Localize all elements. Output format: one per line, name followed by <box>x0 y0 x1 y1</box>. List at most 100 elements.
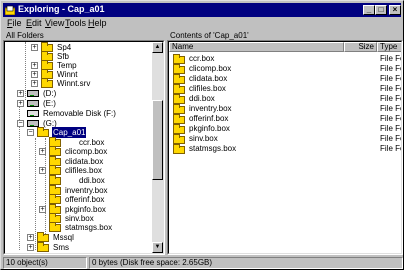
folder-icon <box>49 146 61 156</box>
explorer-window: Exploring - Cap_a01 _ □ × File Edit View… <box>0 0 404 270</box>
menu-view[interactable]: View <box>45 18 64 28</box>
file-name: statmsgs.box <box>189 144 237 153</box>
file-type: File Folder <box>380 124 401 133</box>
folder-icon <box>173 84 185 94</box>
file-row[interactable]: clifiles.box File Folder <box>171 84 401 94</box>
minimize-button[interactable]: _ <box>363 5 375 15</box>
maximize-button[interactable]: □ <box>375 5 387 15</box>
folder-icon <box>49 165 61 175</box>
folder-icon <box>173 104 185 114</box>
collapse-icon[interactable]: − <box>17 120 24 127</box>
drive-icon <box>27 120 39 127</box>
minimize-icon: _ <box>366 5 372 14</box>
window-title: Exploring - Cap_a01 <box>18 4 105 14</box>
file-name: clicomp.box <box>189 64 232 73</box>
folder-icon <box>49 194 61 204</box>
file-row[interactable]: clidata.box File Folder <box>171 74 401 84</box>
file-type: File Folder <box>380 94 401 103</box>
expand-icon[interactable]: + <box>39 206 46 213</box>
menu-edit[interactable]: Edit <box>26 18 42 28</box>
file-name: sinv.box <box>189 134 218 143</box>
close-button[interactable]: × <box>389 5 401 15</box>
folder-tree-pane[interactable]: + Sp4 Sfb + Temp + Winnt + Winnt.srv + (… <box>3 40 165 255</box>
file-row[interactable]: pkginfo.box File Folder <box>171 124 401 134</box>
title-bar[interactable]: Exploring - Cap_a01 _ □ × <box>3 3 401 17</box>
scroll-thumb[interactable] <box>152 100 163 180</box>
folder-icon <box>49 175 61 185</box>
file-row[interactable]: statmsgs.box File Folder <box>171 144 401 154</box>
folder-icon <box>173 64 185 74</box>
file-name: clifiles.box <box>189 84 226 93</box>
expand-icon[interactable]: + <box>27 244 34 251</box>
drive-icon <box>27 100 39 107</box>
file-type: File Folder <box>380 134 401 143</box>
file-name: inventry.box <box>189 104 232 113</box>
tree-line <box>35 138 36 250</box>
menu-help[interactable]: Help <box>88 18 107 28</box>
menu-tools[interactable]: Tools <box>65 18 86 28</box>
folder-icon <box>173 144 185 154</box>
column-type-header[interactable]: Type <box>377 42 401 52</box>
file-name: clidata.box <box>189 74 228 83</box>
explorer-app-icon[interactable] <box>5 5 15 15</box>
expand-icon[interactable]: + <box>31 62 38 69</box>
file-row[interactable]: offerinf.box File Folder <box>171 114 401 124</box>
file-type: File Folder <box>380 84 401 93</box>
status-disk-space: 0 bytes (Disk free space: 2.65GB) <box>89 257 403 269</box>
folder-icon <box>37 242 49 252</box>
expand-icon[interactable]: + <box>31 44 38 51</box>
maximize-icon: □ <box>378 5 384 14</box>
expand-icon[interactable]: + <box>17 90 24 97</box>
collapse-icon[interactable]: − <box>27 129 34 136</box>
file-row[interactable]: ccr.box File Folder <box>171 54 401 64</box>
close-icon: × <box>392 5 398 14</box>
scroll-down-icon[interactable]: ▼ <box>152 242 163 253</box>
folder-icon <box>173 134 185 144</box>
file-type: File Folder <box>380 64 401 73</box>
file-name: ddi.box <box>189 94 215 103</box>
expand-icon[interactable]: + <box>27 234 34 241</box>
open-folder-icon <box>37 127 49 137</box>
expand-icon[interactable]: + <box>31 71 38 78</box>
column-size-header[interactable]: Size <box>344 42 377 52</box>
contents-pane[interactable]: Name Size Type ccr.boxFile Folderclicomp… <box>167 40 403 255</box>
file-name: offerinf.box <box>189 114 229 123</box>
tree-line <box>25 42 26 100</box>
expand-icon[interactable]: + <box>39 167 46 174</box>
tree-label: Sms <box>53 243 69 252</box>
removable-disk-icon <box>27 110 39 117</box>
folder-icon <box>173 94 185 104</box>
file-type: File Folder <box>380 54 401 63</box>
menu-edit-rest: dit <box>32 18 42 28</box>
file-type: File Folder <box>380 104 401 113</box>
menu-bar: File Edit View Tools Help <box>3 17 401 30</box>
menu-view-rest: iew <box>50 18 65 28</box>
folder-icon <box>173 124 185 134</box>
tree-vertical-scrollbar[interactable]: ▲ ▼ <box>152 42 163 253</box>
file-row[interactable]: sinv.box File Folder <box>171 134 401 144</box>
folder-icon <box>49 222 61 232</box>
folder-icon <box>173 54 185 64</box>
folder-icon <box>37 232 49 242</box>
menu-file[interactable]: File <box>7 18 22 28</box>
menu-tools-rest: ools <box>69 18 87 28</box>
scroll-up-icon[interactable]: ▲ <box>152 42 163 53</box>
folder-icon <box>173 114 185 124</box>
folder-icon <box>41 78 53 88</box>
file-name: pkginfo.box <box>189 124 230 133</box>
expand-icon[interactable]: + <box>39 148 46 155</box>
folder-icon <box>173 74 185 84</box>
file-row[interactable]: ddi.box File Folder <box>171 94 401 104</box>
file-row[interactable]: inventry.box File Folder <box>171 104 401 114</box>
file-row[interactable]: clicomp.box File Folder <box>171 64 401 74</box>
expand-icon[interactable]: + <box>17 100 24 107</box>
file-type: File Folder <box>380 74 401 83</box>
all-folders-header: All Folders <box>6 31 44 40</box>
file-type: File Folder <box>380 144 401 153</box>
file-name: ccr.box <box>189 54 215 63</box>
tree-label: Winnt.srv <box>57 79 91 88</box>
expand-icon[interactable]: + <box>31 80 38 87</box>
file-type: File Folder <box>380 114 401 123</box>
column-name-header[interactable]: Name <box>169 42 344 52</box>
status-object-count: 10 object(s) <box>3 257 87 269</box>
